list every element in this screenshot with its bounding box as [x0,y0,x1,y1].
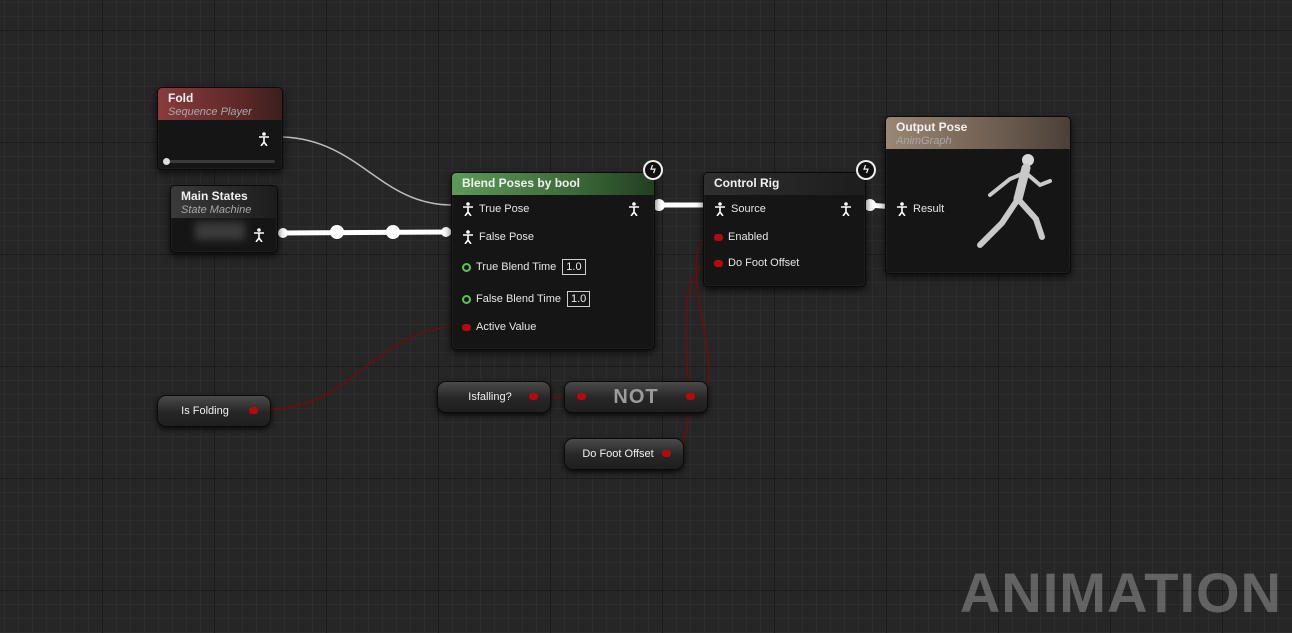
true-blend-time-pin[interactable]: True Blend Time 1.0 [462,259,586,275]
pin-label: Source [731,203,766,215]
variable-label: Do Foot Offset [582,448,654,460]
fast-path-icon: ϟ [643,160,663,180]
wire-mainstates-to-false-pose [279,229,453,236]
node-header: Blend Poses by bool [452,173,654,195]
wire-isfolding-to-active [261,325,467,411]
wire-footoffset-to-pin [665,261,719,454]
wire-reroute-dot [330,225,344,239]
pose-input-icon [715,202,725,216]
not-label: NOT [613,385,659,408]
node-header: Fold Sequence Player [158,88,282,120]
pose-output-icon[interactable] [253,228,265,242]
node-header: Main States State Machine [171,186,277,218]
bool-pin-icon[interactable] [577,393,586,400]
node-subtitle: State Machine [181,204,252,216]
false-blend-time-pin[interactable]: False Blend Time 1.0 [462,291,591,307]
output-pose-node[interactable]: Output Pose AnimGraph Result [885,116,1071,274]
false-pose-pin[interactable]: False Pose [462,230,534,244]
pose-input-icon [463,230,473,244]
playback-slider-handle[interactable] [163,158,170,165]
pose-output-icon[interactable] [628,202,640,216]
pose-output-icon[interactable] [258,132,270,146]
running-mannequin-icon [977,154,1052,248]
blend-poses-by-bool-node[interactable]: Blend Poses by bool True Pose False Pose… [451,172,655,350]
float-pin-icon [462,262,471,272]
true-blend-time-input[interactable]: 1.0 [562,259,586,275]
enabled-pin[interactable]: Enabled [714,231,768,243]
pin-label: True Pose [479,203,530,215]
false-blend-time-input[interactable]: 1.0 [566,291,591,307]
bool-pin-icon[interactable] [662,450,671,457]
pin-label: True Blend Time [476,261,557,273]
main-states-state-machine-node[interactable]: Main States State Machine [170,185,278,253]
node-title: Main States [181,189,248,203]
source-pin[interactable]: Source [714,202,766,216]
pose-output-icon[interactable] [840,202,852,216]
variable-label: Is Folding [181,405,229,417]
do-foot-offset-pin[interactable]: Do Foot Offset [714,257,799,269]
node-subtitle: Sequence Player [168,106,252,118]
bool-pin-icon[interactable] [686,393,695,400]
active-value-pin[interactable]: Active Value [462,321,536,333]
wire-pin-dot [441,227,451,237]
result-pin[interactable]: Result [896,202,944,216]
pose-input-icon [463,202,473,216]
bool-pin-icon [714,233,723,241]
node-header: Output Pose AnimGraph [886,117,1070,149]
pin-label: Active Value [476,321,537,333]
fast-path-icon: ϟ [856,160,876,180]
wire-pin-dot [278,228,288,238]
bool-pin-icon[interactable] [529,393,538,400]
not-boolean-node[interactable]: NOT [564,381,708,413]
float-pin-icon [462,294,471,304]
playback-slider[interactable] [163,158,275,165]
pin-label: Enabled [728,231,769,243]
wire-reroute-dot [386,225,400,239]
true-pose-pin[interactable]: True Pose [462,202,529,216]
state-machine-preview [195,222,245,240]
node-title: Control Rig [714,176,780,190]
variable-label: Isfalling? [468,391,512,403]
fold-sequence-player-node[interactable]: Fold Sequence Player [157,87,283,170]
is-folding-variable-node[interactable]: Is Folding [157,395,271,427]
node-subtitle: AnimGraph [896,135,952,147]
bool-pin-icon[interactable] [249,407,258,414]
isfalling-variable-node[interactable]: Isfalling? [437,381,551,413]
node-header: Control Rig [704,173,865,195]
wire-fold-to-true-pose [282,136,453,206]
node-title: Fold [168,91,194,105]
bool-pin-icon [462,323,471,331]
do-foot-offset-variable-node[interactable]: Do Foot Offset [564,438,684,470]
node-title: Blend Poses by bool [462,176,581,190]
pose-input-icon [897,202,907,216]
pin-label: False Blend Time [476,293,561,305]
node-title: Output Pose [896,120,968,134]
control-rig-node[interactable]: Control Rig Source Enabled Do Foot Offse… [703,172,866,287]
animation-watermark: ANIMATION [959,561,1282,624]
pin-label: Result [913,203,945,215]
pin-label: Do Foot Offset [728,257,800,269]
pin-label: False Pose [479,231,535,243]
bool-pin-icon [714,259,723,267]
